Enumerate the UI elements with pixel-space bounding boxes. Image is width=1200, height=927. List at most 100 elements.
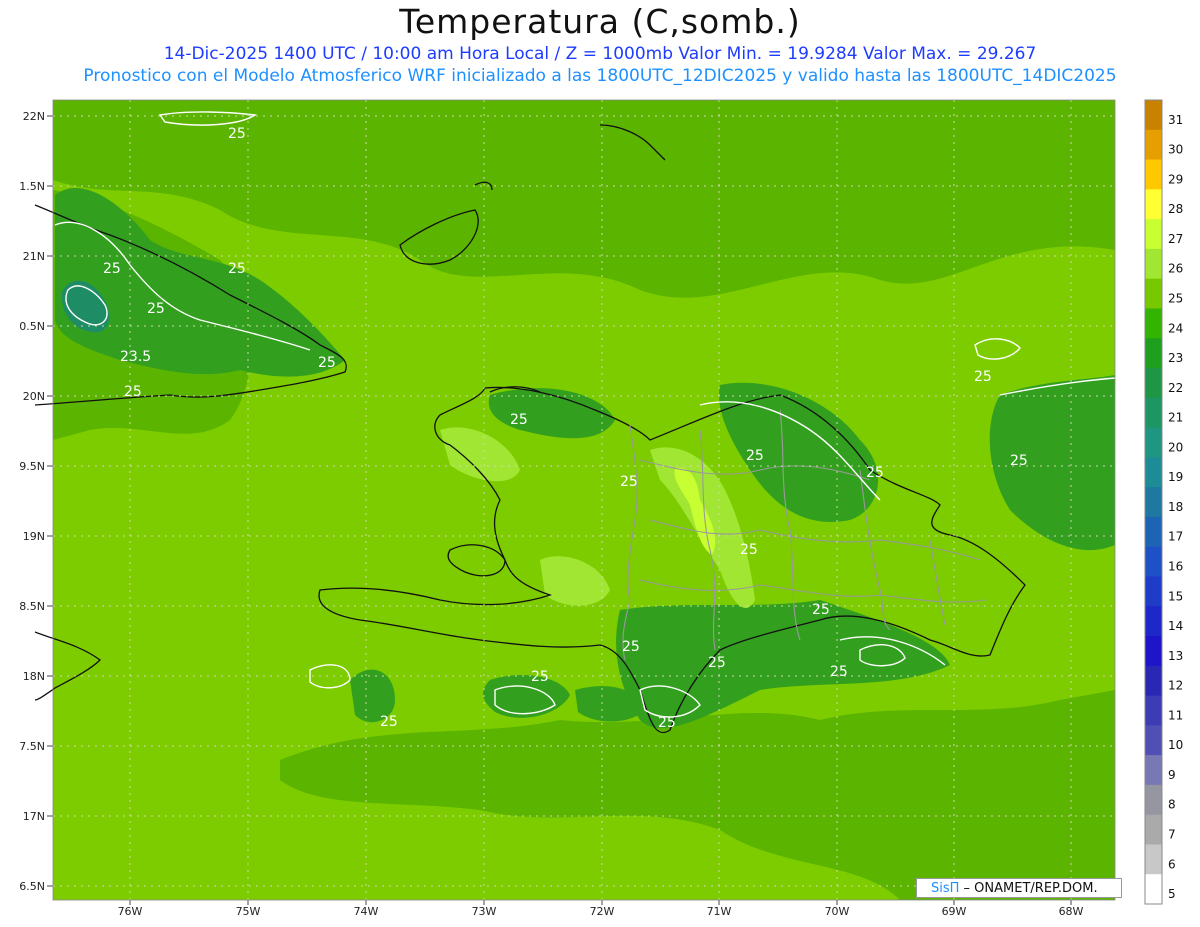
colorbar-swatch [1145,368,1162,399]
contour-label: 25 [147,301,165,317]
colorbar-label: 31 [1168,113,1183,127]
lat-label: 17N [23,810,45,823]
contour-label: 25 [708,655,726,671]
colorbar-label: 11 [1168,708,1183,722]
colorbar-swatch [1145,100,1162,131]
colorbar-label: 13 [1168,649,1183,663]
colorbar-label: 15 [1168,589,1183,603]
contour-label: 25 [124,384,142,400]
temperature-field [53,100,1115,900]
contour-label: 25 [812,602,830,618]
contour-label: 25 [830,664,848,680]
colorbar-label: 28 [1168,202,1183,216]
colorbar-label: 22 [1168,381,1183,395]
contour-label: 25 [620,474,638,490]
colorbar-swatch [1145,427,1162,458]
longitude-axis: 76W 75W 74W 73W 72W 71W 70W 69W 68W [118,900,1084,918]
colorbar-swatch [1145,159,1162,190]
colorbar-swatch [1145,636,1162,667]
colorbar-label: 26 [1168,262,1183,276]
colorbar-label: 6 [1168,857,1176,871]
lat-label: 8.5N [19,600,45,613]
credit-text: – ONAMET/REP.DOM. [959,881,1098,896]
contour-label: 25 [1010,453,1028,469]
colorbar-swatch [1145,219,1162,250]
colorbar-label: 20 [1168,440,1183,454]
colorbar-label: 14 [1168,619,1183,633]
colorbar-swatch [1145,874,1162,905]
temperature-colorbar: 31 30 29 28 27 26 25 24 23 22 21 20 19 18 17 16 15 14 13 12… [1144,99,1183,905]
colorbar-label: 24 [1168,321,1183,335]
colorbar-label: 29 [1168,172,1183,186]
sispi-brand: SisΠ [931,881,960,896]
colorbar-swatch [1145,755,1162,786]
contour-label: 25 [103,261,121,277]
lat-label: 20N [23,390,45,403]
colorbar-swatch [1145,576,1162,607]
lon-label: 71W [707,905,732,918]
temperature-map: 25 25 25 25 23.5 25 25 25 25 25 25 25 25… [19,99,1183,918]
lat-ticks [47,115,53,887]
colorbar-label: 30 [1168,143,1183,157]
contour-label: 25 [740,542,758,558]
lat-label: 0.5N [19,320,45,333]
colorbar-swatch [1145,695,1162,726]
colorbar-label: 19 [1168,470,1183,484]
lat-label: 6.5N [19,880,45,893]
colorbar-label: 8 [1168,798,1176,812]
contour-label: 23.5 [120,349,151,365]
colorbar-label: 18 [1168,500,1183,514]
colorbar-swatch [1145,814,1162,845]
lon-label: 70W [825,905,850,918]
lon-label: 75W [236,905,261,918]
contour-label: 25 [228,126,246,142]
lat-label: 18N [23,670,45,683]
colorbar-label: 23 [1168,351,1183,365]
contour-label: 25 [380,714,398,730]
lat-label: 22N [23,110,45,123]
lat-label: 19N [23,530,45,543]
colorbar-swatch [1145,248,1162,280]
colorbar-swatch [1145,189,1162,220]
lat-label: 1.5N [19,180,45,193]
lon-label: 73W [472,905,497,918]
lon-label: 69W [942,905,967,918]
colorbar-label: 16 [1168,559,1183,573]
contour-label: 25 [746,448,764,464]
colorbar-swatch [1145,606,1162,637]
colorbar-swatch [1145,725,1162,756]
contour-label: 25 [866,465,884,481]
colorbar-swatch [1145,487,1162,518]
lat-label: 9.5N [19,460,45,473]
contour-label: 25 [531,669,549,685]
colorbar-swatch [1145,457,1162,488]
colorbar-swatch [1145,278,1162,309]
colorbar-swatch [1145,129,1162,161]
colorbar-swatch [1145,516,1162,548]
colorbar-swatch [1145,665,1162,697]
lon-label: 68W [1059,905,1084,918]
credit-badge: SisΠ – ONAMET/REP.DOM. [916,878,1122,898]
lon-label: 74W [354,905,379,918]
latitude-axis: 22N 1.5N 21N 0.5N 20N 9.5N 19N 8.5N 18N … [19,110,53,893]
colorbar-swatch [1145,308,1162,339]
colorbar-label: 12 [1168,679,1183,693]
colorbar-swatch [1145,784,1162,816]
contour-label: 25 [318,355,336,371]
colorbar-label: 27 [1168,232,1183,246]
colorbar-label: 25 [1168,291,1183,305]
colorbar-swatch [1145,397,1162,429]
contour-label: 25 [974,369,992,385]
colorbar-label: 21 [1168,411,1183,425]
lat-label: 21N [23,250,45,263]
colorbar-swatch [1145,844,1162,875]
contour-label: 25 [228,261,246,277]
colorbar-swatch [1145,338,1162,369]
colorbar-label: 7 [1168,827,1176,841]
contour-label: 25 [658,715,676,731]
contour-label: 25 [510,412,528,428]
lon-label: 72W [590,905,615,918]
colorbar-swatch [1145,546,1162,577]
colorbar-label: 17 [1168,530,1183,544]
colorbar-label: 9 [1168,768,1176,782]
